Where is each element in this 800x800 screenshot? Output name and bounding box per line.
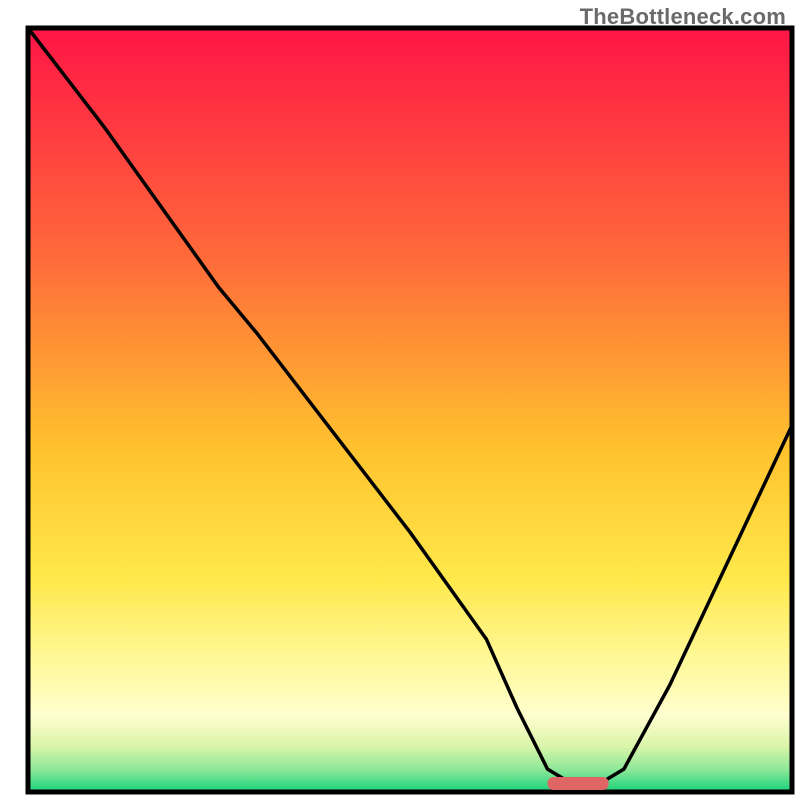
- plot-gradient: [28, 28, 792, 792]
- bottleneck-chart: [0, 0, 800, 800]
- optimum-marker: [548, 777, 609, 790]
- watermark-text: TheBottleneck.com: [580, 4, 786, 30]
- chart-stage: TheBottleneck.com: [0, 0, 800, 800]
